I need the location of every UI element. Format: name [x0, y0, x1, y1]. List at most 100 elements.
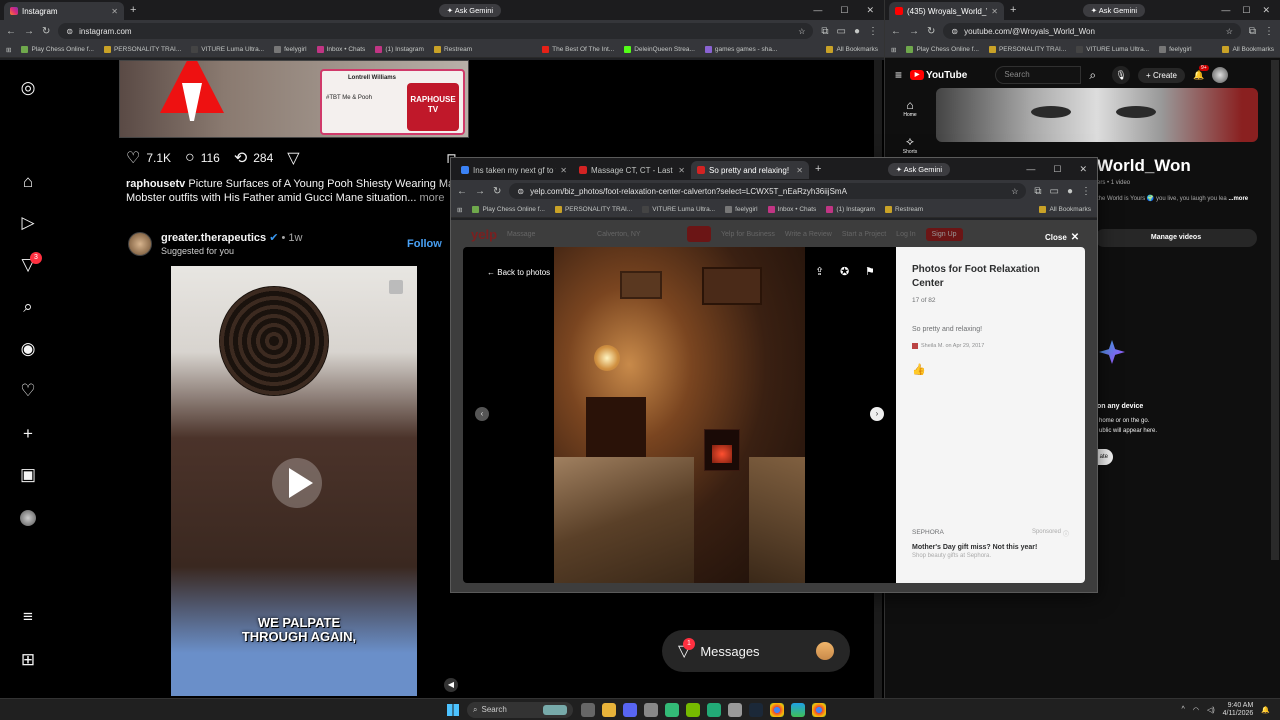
write-review-link[interactable]: Write a Review	[785, 231, 832, 238]
discord-icon[interactable]	[623, 702, 637, 717]
login-button[interactable]: Log In	[896, 231, 915, 238]
minimize-icon[interactable]: —	[813, 5, 822, 16]
close-icon[interactable]: ✕	[560, 166, 567, 175]
extensions-icon[interactable]: ⧉	[1034, 186, 1041, 197]
clock[interactable]: 9:40 AM 4/11/2026	[1223, 702, 1254, 718]
search-icon[interactable]: ⌕	[1089, 68, 1096, 83]
wifi-icon[interactable]: ◠	[1193, 706, 1199, 714]
steam-icon[interactable]	[749, 702, 763, 717]
close-window-icon[interactable]: ✕	[1079, 164, 1087, 175]
search-button[interactable]	[687, 226, 712, 242]
extensions-icon[interactable]: ⧉	[821, 26, 828, 37]
also-from-meta-icon[interactable]: ⊞	[18, 650, 38, 670]
youtube-logo[interactable]: ▶ YouTube	[910, 70, 967, 81]
close-icon[interactable]: ✕	[991, 7, 998, 16]
bookmark-item[interactable]: feelygirl	[1159, 46, 1192, 53]
repost-icon[interactable]: ⟲	[234, 148, 247, 168]
bookmark-item[interactable]: (1) Instagram	[826, 206, 875, 213]
bookmark-star-icon[interactable]: ☆	[1226, 27, 1233, 36]
windows-start-icon[interactable]	[447, 703, 459, 716]
minimize-icon[interactable]: —	[1221, 5, 1230, 16]
address-bar[interactable]: ⊜ instagram.com ☆	[58, 23, 814, 39]
bookmark-star-icon[interactable]: ☆	[798, 27, 805, 36]
address-bar[interactable]: ⊜ yelp.com/biz_photos/foot-relaxation-cen…	[509, 183, 1027, 199]
bookmark-item[interactable]: Play Chess Online f...	[21, 46, 94, 53]
address-bar[interactable]: ⊜ youtube.com/@Wroyals_World_Won ☆	[943, 23, 1241, 39]
bookmark-item[interactable]: Inbox • Chats	[767, 206, 816, 213]
bookmark-item[interactable]: The Best Of The Int...	[542, 46, 614, 53]
bookmark-item[interactable]: VITURE Luma Ultra...	[642, 206, 715, 213]
mute-icon[interactable]: ◀	[444, 678, 458, 692]
back-to-photos-button[interactable]: ← Back to photos	[487, 268, 550, 277]
home-icon[interactable]: ⌂ Home	[893, 98, 927, 118]
settings-icon[interactable]	[644, 702, 658, 717]
tab-ig[interactable]: Ins taken my next gf to the pay✕	[455, 161, 573, 179]
volume-icon[interactable]: ◁)	[1207, 706, 1215, 714]
bookmark-item[interactable]: Play Chess Online f...	[906, 46, 979, 53]
tool-icon[interactable]	[728, 702, 742, 717]
chrome-icon[interactable]	[812, 702, 826, 717]
tab-instagram[interactable]: Instagram ✕	[4, 2, 124, 20]
instagram-logo-icon[interactable]: ◎	[18, 78, 38, 98]
messages-button[interactable]: ▽ Messages	[662, 630, 850, 672]
like-icon[interactable]: ♡	[126, 148, 140, 168]
avatar[interactable]	[1212, 67, 1229, 83]
close-icon[interactable]: ✕	[796, 166, 803, 175]
yelp-business-link[interactable]: Yelp for Business	[721, 231, 775, 238]
new-tab-button[interactable]: +	[815, 163, 821, 175]
hamburger-icon[interactable]: ≡	[895, 68, 902, 82]
signup-button[interactable]: Sign Up	[925, 227, 963, 241]
location-input[interactable]: Calverton, NY	[597, 231, 677, 238]
share-icon[interactable]: ▽	[287, 148, 299, 168]
back-icon[interactable]: ←	[6, 26, 16, 37]
reels-icon[interactable]: ▷	[18, 213, 38, 233]
tab-massage[interactable]: Massage CT, CT - Last Updated✕	[573, 161, 691, 179]
ask-gemini-button[interactable]: ✦ Ask Gemini	[887, 162, 951, 176]
share-icon[interactable]: ⇪	[815, 265, 824, 278]
search-input[interactable]: Massage	[507, 231, 587, 238]
menu-icon[interactable]: ⋮	[1081, 186, 1091, 197]
tab-photo[interactable]: So pretty and relaxing! ✕	[691, 161, 809, 179]
insights-icon[interactable]: ▣	[18, 465, 38, 485]
video-post[interactable]: WE PALPATE THROUGH AGAIN, ◀	[119, 266, 469, 696]
mic-icon[interactable]: 🎙	[1112, 66, 1131, 84]
reload-icon[interactable]: ↻	[42, 26, 50, 37]
search-input[interactable]: Search	[995, 66, 1082, 84]
close-icon[interactable]: ✕	[678, 166, 685, 175]
bookmark-item[interactable]: PERSONALITY TRAI...	[988, 46, 1066, 53]
chrome-icon[interactable]	[770, 702, 784, 717]
yelp-logo[interactable]: yelp	[471, 227, 497, 242]
task-view-icon[interactable]	[581, 702, 595, 717]
ask-gemini-button[interactable]: ✦ Ask Gemini	[438, 3, 502, 17]
bookmark-item[interactable]: feelygirl	[274, 46, 307, 53]
bookmark-item[interactable]: VITURE Luma Ultra...	[191, 46, 264, 53]
more-link[interactable]: more	[419, 192, 444, 204]
avatar[interactable]	[912, 343, 918, 349]
bookmark-item[interactable]: Restream	[433, 46, 472, 53]
forward-icon[interactable]: →	[475, 186, 485, 197]
taskbar-search[interactable]: ⌕ Search	[467, 701, 573, 718]
close-modal-button[interactable]: Close ✕	[1045, 232, 1079, 243]
channel-description[interactable]: the World is Yours 🌍 you live, you laugh…	[1097, 195, 1248, 202]
extensions-icon[interactable]: ⧉	[1249, 26, 1256, 37]
bookmark-item[interactable]: (1) Instagram	[375, 46, 424, 53]
follow-button[interactable]: Follow	[407, 238, 442, 250]
all-bookmarks[interactable]: All Bookmarks	[1222, 46, 1274, 53]
sidebar-icon[interactable]: ▭	[837, 26, 846, 37]
home-icon[interactable]: ⌂	[18, 172, 38, 192]
award-icon[interactable]: ✪	[840, 265, 849, 278]
back-icon[interactable]: ←	[457, 186, 467, 197]
maximize-icon[interactable]: ☐	[1242, 5, 1250, 16]
minimize-icon[interactable]: —	[1026, 164, 1035, 175]
reload-icon[interactable]: ↻	[493, 186, 501, 197]
shorts-icon[interactable]: ⟡ Shorts	[893, 134, 927, 155]
maximize-icon[interactable]: ☐	[840, 5, 848, 16]
close-window-icon[interactable]: ✕	[866, 5, 874, 16]
close-icon[interactable]: ✕	[111, 7, 118, 16]
edge-icon[interactable]	[791, 702, 805, 717]
bookmark-star-icon[interactable]: ☆	[1011, 187, 1018, 196]
forward-icon[interactable]: →	[909, 26, 919, 37]
chevron-up-icon[interactable]: ^	[1182, 706, 1185, 713]
menu-icon[interactable]: ⋮	[868, 26, 878, 37]
nvidia-icon[interactable]	[686, 702, 700, 717]
